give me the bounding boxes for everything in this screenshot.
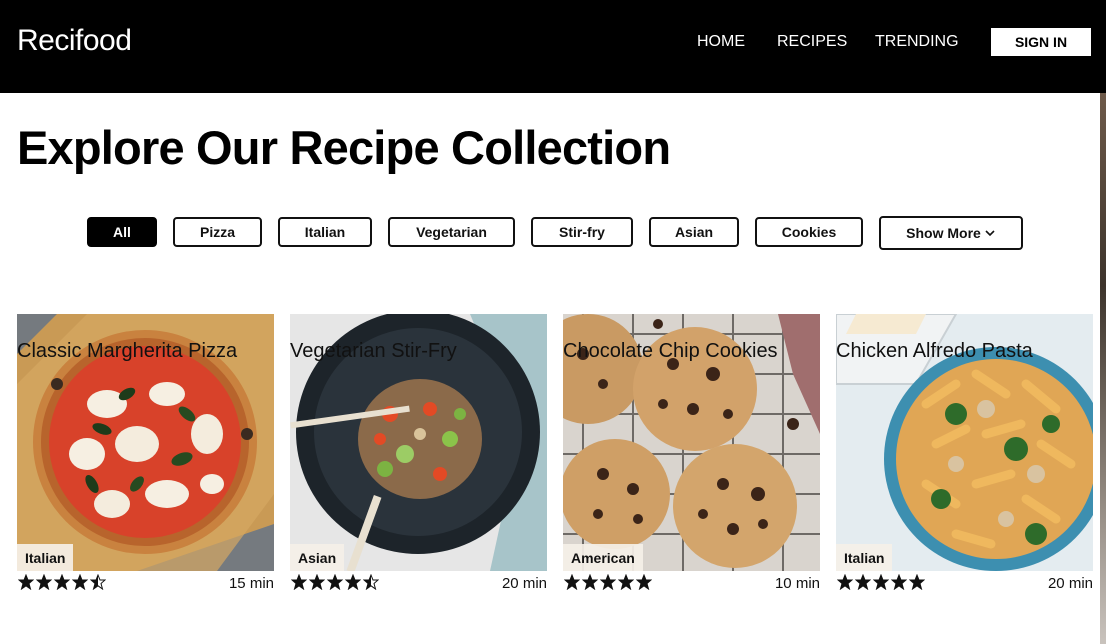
star-full-icon [873, 574, 889, 590]
site-header: Recifood HOME RECIPES TRENDING SIGN IN [0, 0, 1106, 93]
brand-logo[interactable]: Recifood [17, 24, 132, 58]
cook-time: 20 min [1047, 575, 1093, 592]
recipe-title[interactable]: Chocolate Chip Cookies [563, 340, 778, 363]
cook-time: 20 min [501, 575, 547, 592]
filter-chip-vegetarian[interactable]: Vegetarian [388, 217, 515, 247]
chevron-down-icon [984, 227, 996, 239]
star-full-icon [18, 574, 34, 590]
rating-stars [564, 574, 652, 590]
star-full-icon [309, 574, 325, 590]
rating-stars [291, 574, 379, 590]
filter-chip-pizza[interactable]: Pizza [173, 217, 262, 247]
cuisine-tag: Italian [17, 544, 74, 571]
filter-chip-italian[interactable]: Italian [278, 217, 372, 247]
recipe-card[interactable]: American 10 min Chocolate Chip Cookies [563, 314, 820, 596]
star-full-icon [54, 574, 70, 590]
filter-chip-all[interactable]: All [87, 217, 157, 247]
star-full-icon [582, 574, 598, 590]
cuisine-tag: Asian [290, 544, 345, 571]
nav-recipes[interactable]: RECIPES [777, 33, 847, 51]
show-more-button[interactable]: Show More [879, 216, 1023, 250]
star-full-icon [327, 574, 343, 590]
rating-stars [18, 574, 106, 590]
background-image-edge [1100, 93, 1106, 644]
recipe-card[interactable]: Asian 20 min Vegetarian Stir-Fry [290, 314, 547, 596]
filter-chip-stir-fry[interactable]: Stir-fry [531, 217, 633, 247]
recipe-title[interactable]: Classic Margherita Pizza [17, 340, 237, 363]
star-full-icon [909, 574, 925, 590]
star-full-icon [291, 574, 307, 590]
cuisine-tag: Italian [836, 544, 893, 571]
star-full-icon [636, 574, 652, 590]
star-full-icon [891, 574, 907, 590]
star-half-icon [90, 574, 106, 590]
star-full-icon [564, 574, 580, 590]
star-full-icon [72, 574, 88, 590]
cuisine-tag: American [563, 544, 643, 571]
star-full-icon [345, 574, 361, 590]
recipe-card[interactable]: Italian 20 min Chicken Alfredo Pasta [836, 314, 1093, 596]
recipe-title[interactable]: Chicken Alfredo Pasta [836, 340, 1033, 363]
star-full-icon [837, 574, 853, 590]
cook-time: 15 min [228, 575, 274, 592]
nav-home[interactable]: HOME [697, 33, 745, 51]
rating-stars [837, 574, 925, 590]
page-title: Explore Our Recipe Collection [17, 121, 671, 174]
star-full-icon [855, 574, 871, 590]
star-full-icon [618, 574, 634, 590]
nav-trending[interactable]: TRENDING [875, 33, 959, 51]
filter-chip-cookies[interactable]: Cookies [755, 217, 863, 247]
cook-time: 10 min [774, 575, 820, 592]
star-full-icon [36, 574, 52, 590]
show-more-label: Show More [906, 225, 981, 241]
recipe-card[interactable]: Italian 15 min Classic Margherita Pizza [17, 314, 274, 596]
recipe-title[interactable]: Vegetarian Stir-Fry [290, 340, 457, 363]
star-full-icon [600, 574, 616, 590]
star-half-icon [363, 574, 379, 590]
filter-chip-asian[interactable]: Asian [649, 217, 739, 247]
sign-in-button[interactable]: SIGN IN [991, 28, 1091, 56]
